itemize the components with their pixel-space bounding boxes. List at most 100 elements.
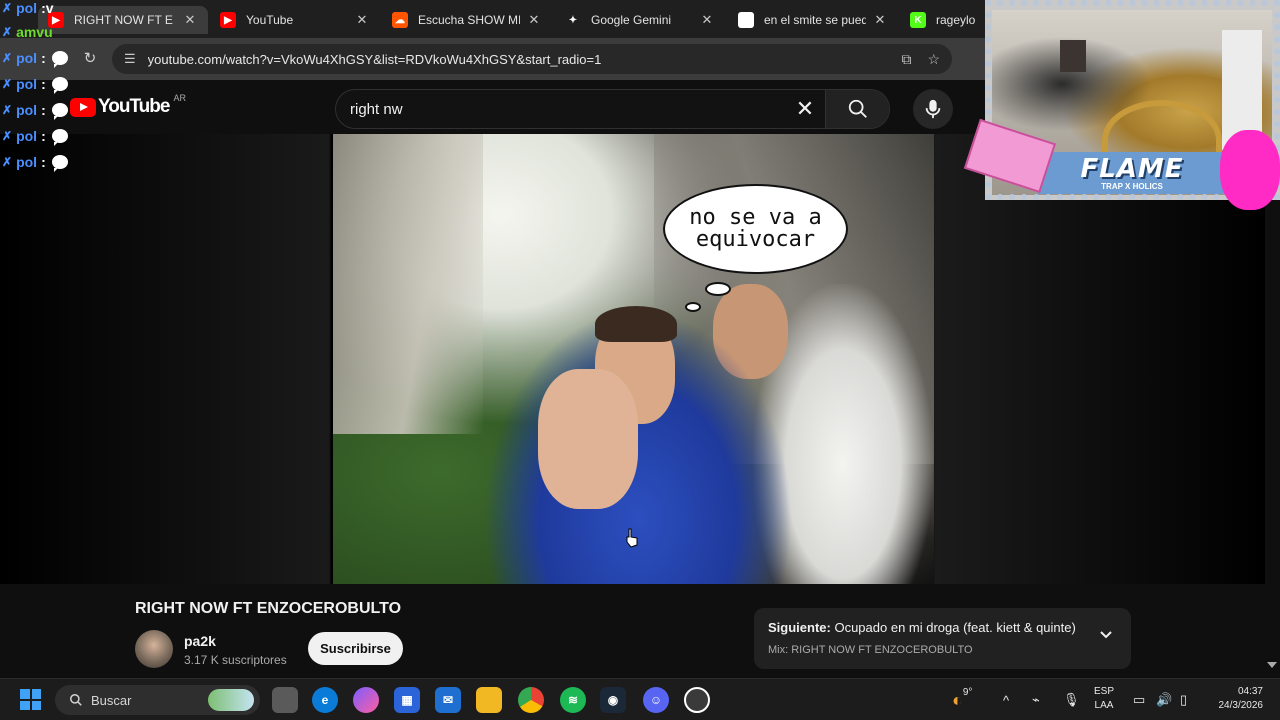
- clock-date: 24/3/2026: [1218, 700, 1264, 711]
- chat-message: :: [41, 76, 46, 92]
- up-next-label: Siguiente:: [768, 620, 831, 635]
- chat-user: pol: [16, 50, 38, 66]
- language-line2: LAA: [1094, 700, 1114, 711]
- gemini-icon: ✦: [568, 14, 578, 26]
- reload-icon[interactable]: ↻: [80, 49, 100, 69]
- speech-bubble: no se va a equivocar: [663, 184, 848, 274]
- battery-icon[interactable]: ▯: [1180, 679, 1187, 720]
- taskbar-search[interactable]: Buscar: [55, 685, 260, 715]
- search-button[interactable]: [825, 90, 889, 128]
- sword-badge-icon: ✗: [2, 25, 13, 39]
- chat-message: :v: [41, 0, 54, 16]
- youtube-wordmark: YouTube: [98, 96, 170, 117]
- youtube-icon: ▶: [220, 12, 236, 28]
- display-icon[interactable]: ▭: [1133, 679, 1145, 720]
- country-code: AR: [173, 93, 186, 103]
- clear-search-icon[interactable]: ✕: [785, 96, 825, 122]
- close-icon[interactable]: ✕: [182, 12, 198, 28]
- steam-icon[interactable]: ◉: [600, 687, 626, 713]
- tab-gemini[interactable]: ✦ Google Gemini ✕: [555, 6, 725, 34]
- chat-line: ✗ pol :v: [2, 0, 54, 18]
- install-app-icon[interactable]: ⧉: [901, 51, 911, 68]
- tab-google-search[interactable]: G en el smite se puede ✕: [728, 6, 898, 34]
- chat-bubble-icon: [51, 103, 68, 120]
- file-explorer-icon[interactable]: [476, 687, 502, 713]
- tab-right-now[interactable]: ▶ RIGHT NOW FT E ✕: [38, 6, 208, 34]
- chat-bubble-icon: [51, 51, 68, 68]
- chat-user: pol: [16, 0, 38, 16]
- search-input[interactable]: right nw: [336, 101, 785, 118]
- close-icon[interactable]: ✕: [872, 12, 888, 28]
- windows-start-icon[interactable]: [20, 689, 41, 710]
- search-highlight-image: [208, 689, 254, 711]
- up-next-title: Ocupado en mi droga (feat. kiett & quint…: [834, 620, 1076, 635]
- up-next-mix: Mix: RIGHT NOW FT ENZOCEROBULTO: [768, 644, 973, 656]
- building-left: [333, 134, 483, 434]
- outlook-icon[interactable]: ✉: [435, 687, 461, 713]
- chat-message: :: [41, 128, 46, 144]
- chat-user: pol: [16, 154, 38, 170]
- soundcloud-icon: ☁: [392, 12, 408, 28]
- spotify-icon[interactable]: ≋: [560, 687, 586, 713]
- volume-icon[interactable]: 🔊: [1156, 679, 1172, 720]
- chat-user: pol: [16, 102, 38, 118]
- tab-soundcloud[interactable]: ☁ Escucha SHOW MIXT ✕: [382, 6, 552, 34]
- sword-badge-icon: ✗: [2, 77, 13, 91]
- sword-badge-icon: ✗: [2, 129, 13, 143]
- tab-title: rageylo Str: [936, 13, 975, 27]
- scroll-down-arrow[interactable]: [1267, 662, 1277, 668]
- youtube-header: YouTube AR right nw ✕: [0, 80, 985, 134]
- discord-icon[interactable]: ☺: [643, 687, 669, 713]
- chat-bubble-icon: [51, 129, 68, 146]
- chat-user: pol: [16, 76, 38, 92]
- chat-line: ✗ pol :: [2, 100, 68, 120]
- chrome-icon[interactable]: [518, 687, 544, 713]
- hand-cursor-icon: [626, 528, 638, 548]
- banner-title: FLAME: [1080, 153, 1184, 184]
- network-off-icon[interactable]: ⌁: [1032, 679, 1040, 720]
- subscribe-button[interactable]: Suscribirse: [308, 632, 403, 665]
- system-clock[interactable]: 04:37 24/3/2026: [1207, 685, 1264, 713]
- tab-title: YouTube: [246, 13, 294, 27]
- sword-badge-icon: ✗: [2, 51, 13, 65]
- weather-widget[interactable]: ◐ 9°: [952, 679, 972, 720]
- subscriber-count: 3.17 K suscriptores: [184, 653, 287, 667]
- channel-name[interactable]: pa2k: [184, 633, 216, 649]
- taskbar-search-placeholder: Buscar: [91, 692, 132, 708]
- language-indicator[interactable]: ESP LAA: [1094, 685, 1114, 713]
- close-icon[interactable]: ✕: [526, 12, 542, 28]
- video-info: RIGHT NOW FT ENZOCEROBULTO pa2k 3.17 K s…: [0, 584, 1280, 678]
- site-info-icon[interactable]: ☰: [124, 51, 136, 67]
- close-icon[interactable]: ✕: [354, 12, 370, 28]
- task-view-icon[interactable]: [272, 687, 298, 713]
- bookmark-star-icon[interactable]: ☆: [927, 51, 940, 68]
- channel-avatar[interactable]: [135, 630, 173, 668]
- search-box[interactable]: right nw ✕: [335, 89, 890, 129]
- chat-line: ✗ amvu: [2, 22, 57, 42]
- chat-message: :: [41, 102, 46, 118]
- kick-icon: K: [910, 12, 926, 28]
- tab-youtube[interactable]: ▶ YouTube ✕: [210, 6, 380, 34]
- microphone-tray-icon[interactable]: 🎙: [1063, 679, 1080, 720]
- browser-tab-strip: ▶ RIGHT NOW FT E ✕ ▶ YouTube ✕ ☁ Escucha…: [0, 0, 985, 38]
- chevron-up-icon[interactable]: ^: [1003, 679, 1009, 720]
- youtube-logo[interactable]: YouTube AR: [70, 93, 186, 118]
- obs-icon[interactable]: [684, 687, 710, 713]
- search-icon: [70, 694, 82, 706]
- edge-icon[interactable]: e: [312, 687, 338, 713]
- flame-banner: FLAME TRAP X HOLICS: [1037, 152, 1227, 194]
- up-next-panel[interactable]: Siguiente: Ocupado en mi droga (feat. ki…: [754, 608, 1131, 669]
- browser-toolbar: ↻ ☰ youtube.com/watch?v=VkoWu4XhGSY&list…: [0, 38, 985, 80]
- video-player[interactable]: no se va a equivocar: [333, 134, 934, 584]
- address-bar[interactable]: ☰ youtube.com/watch?v=VkoWu4XhGSY&list=R…: [112, 44, 952, 74]
- thought-dot: [685, 302, 701, 312]
- close-icon[interactable]: ✕: [699, 12, 715, 28]
- voice-search-button[interactable]: [913, 89, 953, 129]
- speech-bubble-line1: no se va a: [689, 205, 822, 230]
- chevron-down-icon[interactable]: [1099, 628, 1113, 642]
- copilot-icon[interactable]: [353, 687, 379, 713]
- tab-kick[interactable]: K rageylo Str: [900, 6, 985, 34]
- store-icon[interactable]: ▦: [394, 687, 420, 713]
- chat-line: ✗ pol :: [2, 152, 68, 172]
- language-line1: ESP: [1094, 686, 1115, 697]
